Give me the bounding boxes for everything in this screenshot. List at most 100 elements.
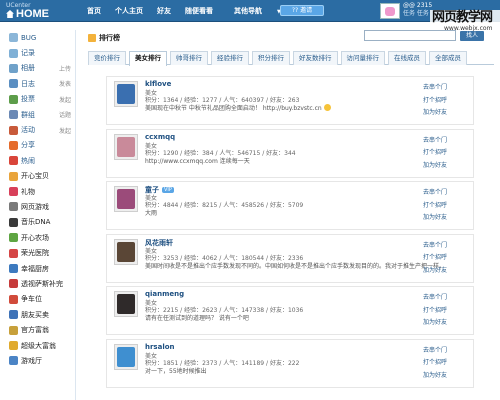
sidebar: BUG 记录 相册 上传 日志 发表 投票 发起 群组 话题 活动 发起 分享 热闹 开心宝贝 礼物 网页游戏音… [6,30,76,400]
add-friend-link[interactable]: 加为好友 [423,265,447,278]
tab-ranking[interactable]: 竞价排行 [88,51,126,65]
tab-ranking[interactable]: 经验排行 [211,51,249,65]
sidebar-item-action[interactable]: 发起 [59,126,71,135]
sidebar-item[interactable]: 记录 [6,45,75,60]
greet-link[interactable]: 打个招呼 [423,357,447,370]
user-sub[interactable]: 任务 任务 [403,10,432,18]
invite-button[interactable]: ?? 邀请 [280,5,324,16]
sidebar-item[interactable]: 热闹 [6,153,75,168]
sidebar-item-action[interactable]: 上传 [59,64,71,73]
ucenter-home-logo[interactable]: UCenter HOME [6,2,49,20]
sidebar-item[interactable]: 开心宝贝 [6,169,75,184]
game-icon [9,202,18,212]
sidebar-item-action[interactable]: 发表 [59,79,71,88]
sidebar-item[interactable]: 投票 发起 [6,92,75,107]
baby-icon [9,171,18,181]
nav-friends[interactable]: 好友 [150,6,178,16]
sidebar-item[interactable]: 荣光医院 [6,245,75,260]
add-friend-link[interactable]: 加为好友 [423,212,447,225]
member-status-text: http://www.ccxmqq.com 连续每一天 [145,157,250,165]
hot-icon [9,156,18,166]
app-icon [9,279,18,289]
share-icon [9,140,18,150]
greet-link[interactable]: 打个招呼 [423,305,447,318]
tab-ranking[interactable]: 好友数排行 [293,51,338,65]
sidebar-item[interactable]: 幸福厨房 [6,261,75,276]
member-name[interactable]: hrsalon [145,343,175,351]
sidebar-item-action[interactable]: 话题 [59,110,71,119]
member-stats: 积分：4844 / 经验：8215 / 人气：458526 / 好友：5709 [145,202,304,209]
sidebar-item[interactable]: 群组 话题 [6,107,75,122]
sidebar-item[interactable]: 透视萨斯补完 [6,276,75,291]
visit-link[interactable]: 去串个门 [423,240,447,253]
visit-link[interactable]: 去串个门 [423,292,447,305]
greet-link[interactable]: 打个招呼 [423,147,447,160]
sidebar-item[interactable]: 超级大富翁 [6,338,75,353]
search-input[interactable] [364,30,456,41]
member-avatar[interactable] [114,133,138,160]
member-status-text: 美国现在中秋节 中秋节礼品团购全面启动！ http://buy.bzvstc.c… [145,105,322,112]
sidebar-item[interactable]: 活动 发起 [6,122,75,137]
sidebar-item-label: BUG [21,33,37,42]
sidebar-item[interactable]: BUG [6,30,75,45]
tab-ranking[interactable]: 积分排行 [252,51,290,65]
sidebar-item[interactable]: 相册 上传 [6,61,75,76]
member-photo [117,189,135,209]
greet-link[interactable]: 打个招呼 [423,200,447,213]
visit-link[interactable]: 去串个门 [423,82,447,95]
sidebar-item[interactable]: 网页游戏 [6,199,75,214]
sidebar-item[interactable]: 礼物 [6,184,75,199]
sidebar-item-label: 朋友买卖 [21,310,49,319]
member-name[interactable]: klflove [145,80,171,88]
member-avatar[interactable] [114,81,138,107]
arcade-icon [9,356,18,366]
nav-browse[interactable]: 随便看看 [178,6,220,16]
tab-ranking[interactable]: 美女排行 [129,51,167,66]
member-name[interactable]: ccxmqq [145,133,175,141]
tab-ranking[interactable]: 帅哥排行 [170,51,208,65]
sidebar-item[interactable]: 朋友买卖 [6,307,75,322]
poll-icon [9,94,18,104]
visit-link[interactable]: 去串个门 [423,187,447,200]
add-friend-link[interactable]: 加为好友 [423,317,447,330]
visit-link[interactable]: 去串个门 [423,135,447,148]
hospital-icon [9,248,18,258]
member-avatar[interactable] [114,291,138,317]
kitchen-icon [9,264,18,274]
member-name[interactable]: qianmeng [145,290,184,298]
member-status-text: 对一下，55地时候推出 [145,367,207,375]
member-avatar[interactable] [114,343,138,370]
list-item: qianmeng 美女 积分：2215 / 经验：2623 / 人气：147338 … [106,286,474,335]
add-friend-link[interactable]: 加为好友 [423,107,447,120]
member-actions: 去串个门 打个招呼 加为好友 [423,82,447,120]
member-avatar[interactable] [114,186,138,212]
search-button[interactable]: 找人 [460,31,484,41]
nav-home[interactable]: 首页 [80,6,108,16]
sidebar-item-label: 官方富翁 [21,326,49,335]
tab-ranking[interactable]: 访问量排行 [340,51,385,65]
visit-link[interactable]: 去串个门 [423,345,447,358]
add-friend-link[interactable]: 加为好友 [423,160,447,173]
tab-ranking[interactable]: 在线成员 [388,51,426,65]
member-avatar[interactable] [114,238,138,265]
home-icon [6,10,14,18]
tab-ranking[interactable]: 全部成员 [429,51,467,65]
greet-link[interactable]: 打个招呼 [423,252,447,265]
sidebar-item[interactable]: 音乐DNA [6,215,75,230]
sidebar-item[interactable]: 开心农场 [6,230,75,245]
member-name-line: qianmeng [145,290,184,298]
rich-icon [9,325,18,335]
nav-profile[interactable]: 个人主页 [108,6,150,16]
avatar[interactable] [380,3,400,19]
greet-link[interactable]: 打个招呼 [423,95,447,108]
bug-icon [9,33,18,43]
add-friend-link[interactable]: 加为好友 [423,370,447,383]
sidebar-item[interactable]: 日志 发表 [6,76,75,91]
member-photo [117,294,135,314]
sidebar-item-action[interactable]: 发起 [59,95,71,104]
sidebar-item[interactable]: 争车位 [6,292,75,307]
sidebar-item[interactable]: 游戏厅 [6,353,75,368]
sidebar-item[interactable]: 分享 [6,138,75,153]
sidebar-item[interactable]: 官方富翁 [6,322,75,337]
blog-icon [9,79,18,89]
